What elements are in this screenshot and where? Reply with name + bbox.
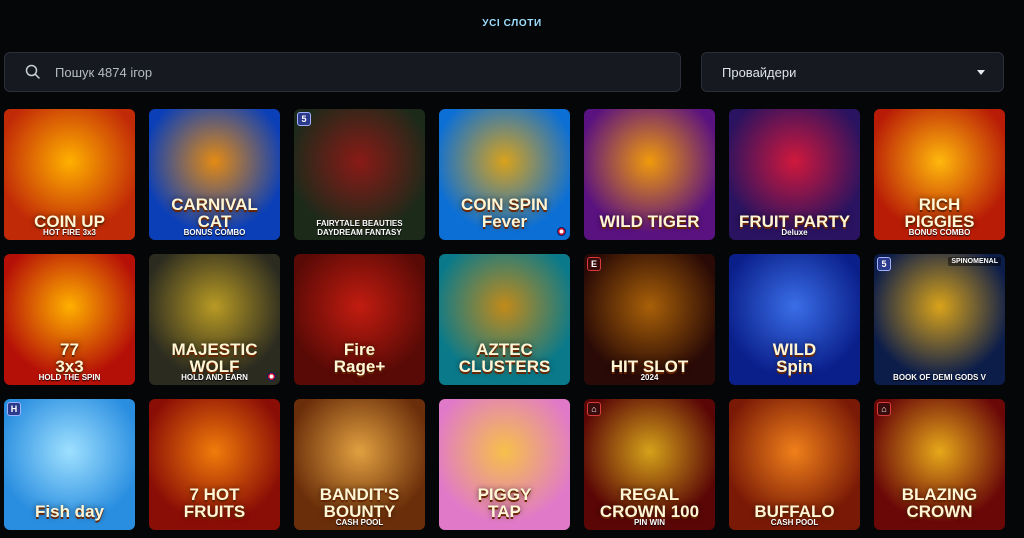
game-title: BANDIT'S BOUNTY [319,485,400,521]
game-tile[interactable]: BANDIT'S BOUNTY CASH POOL [294,399,425,530]
game-title: Fire Rage+ [333,340,386,376]
game-title: MAJESTIC WOLF [171,340,258,376]
game-tile[interactable]: FRUIT PARTY Deluxe [729,109,860,240]
game-tile[interactable]: E HIT SLOT 2024 [584,254,715,385]
game-title: 77 3x3 [55,340,84,376]
game-thumbnail [874,254,1005,385]
game-title: REGAL CROWN 100 [599,485,700,521]
game-title: Fish day [35,502,104,521]
game-tile[interactable]: 5 SPINOMENAL BOOK OF DEMI GODS V [874,254,1005,385]
game-tile[interactable]: WILD TIGER [584,109,715,240]
game-title: COIN SPIN Fever [461,195,548,231]
game-tile[interactable]: Fire Rage+ [294,254,425,385]
uk-flag-icon [267,372,276,381]
game-tile[interactable]: RICH PIGGIES BONUS COMBO [874,109,1005,240]
providers-dropdown[interactable]: Провайдери [701,52,1004,92]
search-icon [25,64,41,80]
provider-badge-icon: ⌂ [877,402,891,416]
game-subtitle: Deluxe [781,228,808,237]
provider-badge-icon: 5 [877,257,891,271]
game-tile[interactable]: COIN UP HOT FIRE 3x3 [4,109,135,240]
game-tile[interactable]: BUFFALO CASH POOL [729,399,860,530]
chevron-down-icon [977,69,985,75]
search-bar[interactable] [4,52,681,92]
provider-badge-icon: E [587,257,601,271]
provider-tag: SPINOMENAL [948,257,1001,266]
game-tile[interactable]: PIGGY TAP [439,399,570,530]
search-input[interactable] [55,64,615,80]
game-title: WILD TIGER [599,212,700,231]
game-title: AZTEC CLUSTERS [458,340,551,376]
game-title: CARNIVAL CAT [171,195,258,231]
provider-badge-icon: H [7,402,21,416]
game-tile[interactable]: 7 HOT FRUITS [149,399,280,530]
uk-flag-icon [557,227,566,236]
game-title: 7 HOT FRUITS [183,485,246,521]
game-tile[interactable]: COIN SPIN Fever [439,109,570,240]
game-subtitle: HOT FIRE 3x3 [43,228,96,237]
game-subtitle: 2024 [640,373,659,382]
game-tile[interactable]: 5 FAIRYTALE BEAUTIES DAYDREAM FANTASY [294,109,425,240]
game-tile[interactable]: CARNIVAL CAT BONUS COMBO [149,109,280,240]
game-tile[interactable]: ⌂ BLAZING CROWN [874,399,1005,530]
game-subtitle: HOLD AND EARN [181,373,248,382]
game-title: WILD Spin [772,340,817,376]
game-tile[interactable]: ⌂ REGAL CROWN 100 PIN WIN [584,399,715,530]
game-subtitle: BONUS COMBO [183,228,246,237]
game-tile[interactable]: WILD Spin [729,254,860,385]
game-tile[interactable]: AZTEC CLUSTERS [439,254,570,385]
game-subtitle: CASH POOL [770,518,819,527]
game-tile[interactable]: 77 3x3 HOLD THE SPIN [4,254,135,385]
game-title: PIGGY TAP [477,485,532,521]
game-subtitle: BONUS COMBO [908,228,971,237]
games-grid: COIN UP HOT FIRE 3x3 CARNIVAL CAT BONUS COM… [4,109,1024,530]
game-subtitle: CASH POOL [335,518,384,527]
game-subtitle: FAIRYTALE BEAUTIES DAYDREAM FANTASY [316,219,403,237]
page-title: УСІ СЛОТИ [482,18,542,29]
game-subtitle: BOOK OF DEMI GODS V [893,373,986,382]
game-title: RICH PIGGIES [904,195,975,231]
game-subtitle: HOLD THE SPIN [38,373,101,382]
providers-label: Провайдери [722,64,797,80]
provider-badge-icon: 5 [297,112,311,126]
game-tile[interactable]: H Fish day [4,399,135,530]
game-title: BLAZING CROWN [901,485,978,521]
game-tile[interactable]: MAJESTIC WOLF HOLD AND EARN [149,254,280,385]
provider-badge-icon: ⌂ [587,402,601,416]
game-subtitle: PIN WIN [633,518,666,527]
